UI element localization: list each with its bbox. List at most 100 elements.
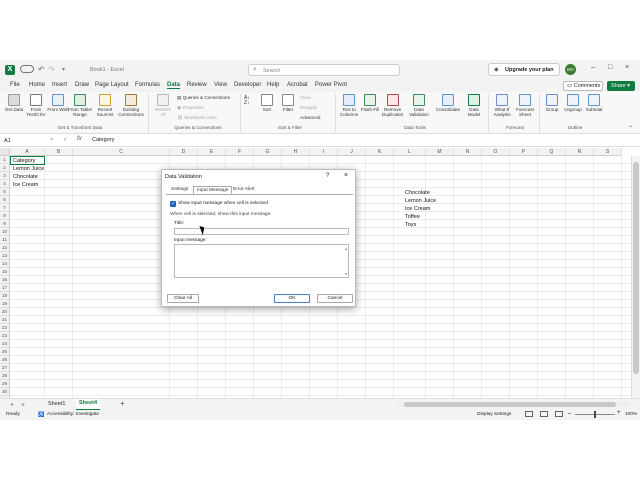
tab-help[interactable]: Help [267,82,279,88]
row-header-23[interactable]: 23 [0,332,10,340]
row-header-2[interactable]: 2 [0,164,10,172]
avatar[interactable]: MV [565,64,576,75]
advanced-button[interactable]: Advanced [300,115,320,120]
tab-file[interactable]: File [10,82,20,88]
zoom-slider-thumb[interactable] [594,411,596,418]
vertical-scrollbar[interactable] [631,156,640,420]
normal-view-icon[interactable] [525,411,533,417]
zoom-out-icon[interactable]: – [568,411,571,417]
cell-l6[interactable]: Lemon Juice [403,197,436,205]
share-button[interactable]: Share ▾ [607,81,635,91]
tab-formulas[interactable]: Formulas [135,82,160,88]
vertical-scroll-thumb[interactable] [633,162,639,374]
horizontal-scroll-thumb[interactable] [404,402,616,407]
reapply-button[interactable]: Reapply [300,105,317,110]
upgrade-plan-button[interactable]: ◈ Upgrade your plan [488,63,560,76]
column-header-p[interactable]: P [510,148,538,156]
clear-button[interactable]: Clear [300,95,311,100]
row-header-26[interactable]: 26 [0,356,10,364]
existing-connections-button[interactable]: Existing Connections [118,93,144,117]
tab-insert[interactable]: Insert [52,82,67,88]
forecast-sheet-button[interactable]: Forecast Sheet [514,93,536,117]
sort-az-icon[interactable]: A↓ Z↓ [244,96,250,106]
column-header-e[interactable]: E [198,148,226,156]
tab-acrobat[interactable]: Acrobat [287,82,308,88]
dialog-close-icon[interactable]: × [344,172,348,179]
column-header-k[interactable]: K [366,148,394,156]
tab-draw[interactable]: Draw [75,82,89,88]
ungroup-button[interactable]: Ungroup [562,93,584,112]
queries-connections-button[interactable]: ▤ Queries & Connections [177,95,230,101]
row-header-4[interactable]: 4 [0,180,10,188]
select-all-corner[interactable] [0,148,10,156]
horizontal-scrollbar[interactable] [398,402,630,407]
column-header-f[interactable]: F [226,148,254,156]
add-sheet-icon[interactable]: + [120,399,125,408]
row-header-13[interactable]: 13 [0,252,10,260]
column-header-g[interactable]: G [254,148,282,156]
column-header-h[interactable]: H [282,148,310,156]
row-header-22[interactable]: 22 [0,324,10,332]
column-header-o[interactable]: O [482,148,510,156]
next-sheet-icon[interactable]: ▸ [22,401,25,408]
zoom-slider[interactable] [575,411,615,418]
sort-button[interactable]: Sort [256,93,278,112]
column-header-r[interactable]: R [566,148,594,156]
formula-input[interactable]: Category [92,137,114,143]
tab-data[interactable]: Data [167,82,181,89]
tab-settings[interactable]: Settings [168,186,191,194]
cell-l7[interactable]: Ice Cream [403,205,430,213]
cancel-button[interactable]: Cancel [317,294,353,303]
row-header-6[interactable]: 6 [0,196,10,204]
accessibility-status[interactable]: Accessibility: Investigate [47,412,99,417]
refresh-all-button[interactable]: Refresh All [152,93,174,117]
tab-developer[interactable]: Developer [234,82,261,88]
remove-duplicates-button[interactable]: Remove Duplicates [380,93,405,117]
filter-button[interactable]: Filter [277,93,299,112]
row-header-3[interactable]: 3 [0,172,10,180]
scroll-down-icon[interactable]: ▾ [345,271,347,276]
row-header-1[interactable]: 1 [0,156,10,164]
row-header-29[interactable]: 29 [0,380,10,388]
input-message-textarea[interactable]: ▴ ▾ [174,244,349,278]
cell-a2[interactable]: Lemon Juice [11,165,44,173]
maximize-icon[interactable]: □ [608,64,612,71]
column-header-m[interactable]: M [426,148,454,156]
show-input-checkbox[interactable]: ✓ [170,201,176,207]
row-header-5[interactable]: 5 [0,188,10,196]
cell-l8[interactable]: Toffee [403,213,420,221]
autosave-toggle[interactable] [20,65,34,73]
row-header-14[interactable]: 14 [0,260,10,268]
subtotal-button[interactable]: Subtotal [583,93,605,112]
get-data-button[interactable]: Get Data [3,93,25,112]
redo-icon[interactable]: ↷ [48,65,55,74]
tab-input-message[interactable]: Input Message [193,186,233,194]
row-header-18[interactable]: 18 [0,292,10,300]
row-header-11[interactable]: 11 [0,236,10,244]
cell-l9[interactable]: Toys [403,221,416,229]
row-header-7[interactable]: 7 [0,204,10,212]
row-header-28[interactable]: 28 [0,372,10,380]
properties-button[interactable]: ▣ Properties [177,105,204,111]
minimize-icon[interactable]: – [591,64,595,71]
column-header-b[interactable]: B [45,148,73,156]
column-header-c[interactable]: C [73,148,170,156]
row-header-16[interactable]: 16 [0,276,10,284]
tab-page-layout[interactable]: Page Layout [95,82,129,88]
tab-power-pivot[interactable]: Power Pivot [315,82,347,88]
tab-view[interactable]: View [214,82,227,88]
row-header-15[interactable]: 15 [0,268,10,276]
what-if-analysis-button[interactable]: What-If Analysis [491,93,513,117]
data-model-button[interactable]: Data Model [463,93,485,117]
tab-error-alert[interactable]: Error Alert [230,186,258,194]
zoom-in-icon[interactable]: + [617,410,621,416]
column-header-j[interactable]: J [338,148,366,156]
row-header-30[interactable]: 30 [0,388,10,396]
row-header-25[interactable]: 25 [0,348,10,356]
text-to-columns-button[interactable]: Text to Columns [338,93,360,117]
insert-function-icon[interactable]: fx [77,136,82,142]
data-validation-button[interactable]: Data Validation [406,93,432,117]
row-header-12[interactable]: 12 [0,244,10,252]
row-header-17[interactable]: 17 [0,284,10,292]
flash-fill-button[interactable]: Flash Fill [359,93,381,112]
